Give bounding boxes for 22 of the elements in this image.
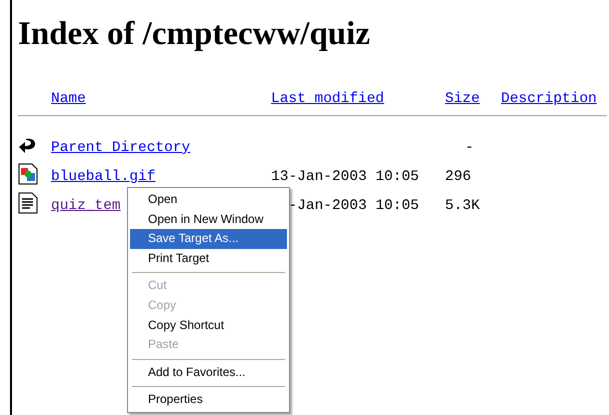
file-size: - xyxy=(465,140,474,156)
page-heading: Index of /cmptecww/quiz xyxy=(18,15,371,54)
modified-date: -Jan-2003 10:05 xyxy=(288,198,419,214)
modified-date: 13-Jan-2003 10:05 xyxy=(271,169,419,185)
menu-item[interactable]: Open xyxy=(130,190,287,210)
image-file-icon xyxy=(18,163,38,185)
menu-item[interactable]: Properties xyxy=(130,390,287,410)
column-header-link[interactable]: Size xyxy=(445,91,480,107)
column-header-link[interactable]: Description xyxy=(501,91,597,107)
menu-item[interactable]: Open in New Window xyxy=(130,210,287,230)
file-size: 5.3K xyxy=(445,198,480,214)
file-link[interactable]: Parent Directory xyxy=(51,140,190,156)
file-size: 296 xyxy=(445,169,472,185)
menu-item[interactable]: Save Target As... xyxy=(130,229,287,249)
menu-item[interactable]: Copy Shortcut xyxy=(130,316,287,336)
menu-item[interactable]: Print Target xyxy=(130,248,287,268)
file-link[interactable]: blueball.gif xyxy=(51,169,156,185)
text-file-icon xyxy=(18,192,38,214)
column-header-link[interactable]: Name xyxy=(51,91,86,107)
menu-item[interactable]: Add to Favorites... xyxy=(130,362,287,382)
file-link[interactable]: quiz_tem xyxy=(51,198,121,214)
column-header-link[interactable]: Last modified xyxy=(271,91,384,107)
